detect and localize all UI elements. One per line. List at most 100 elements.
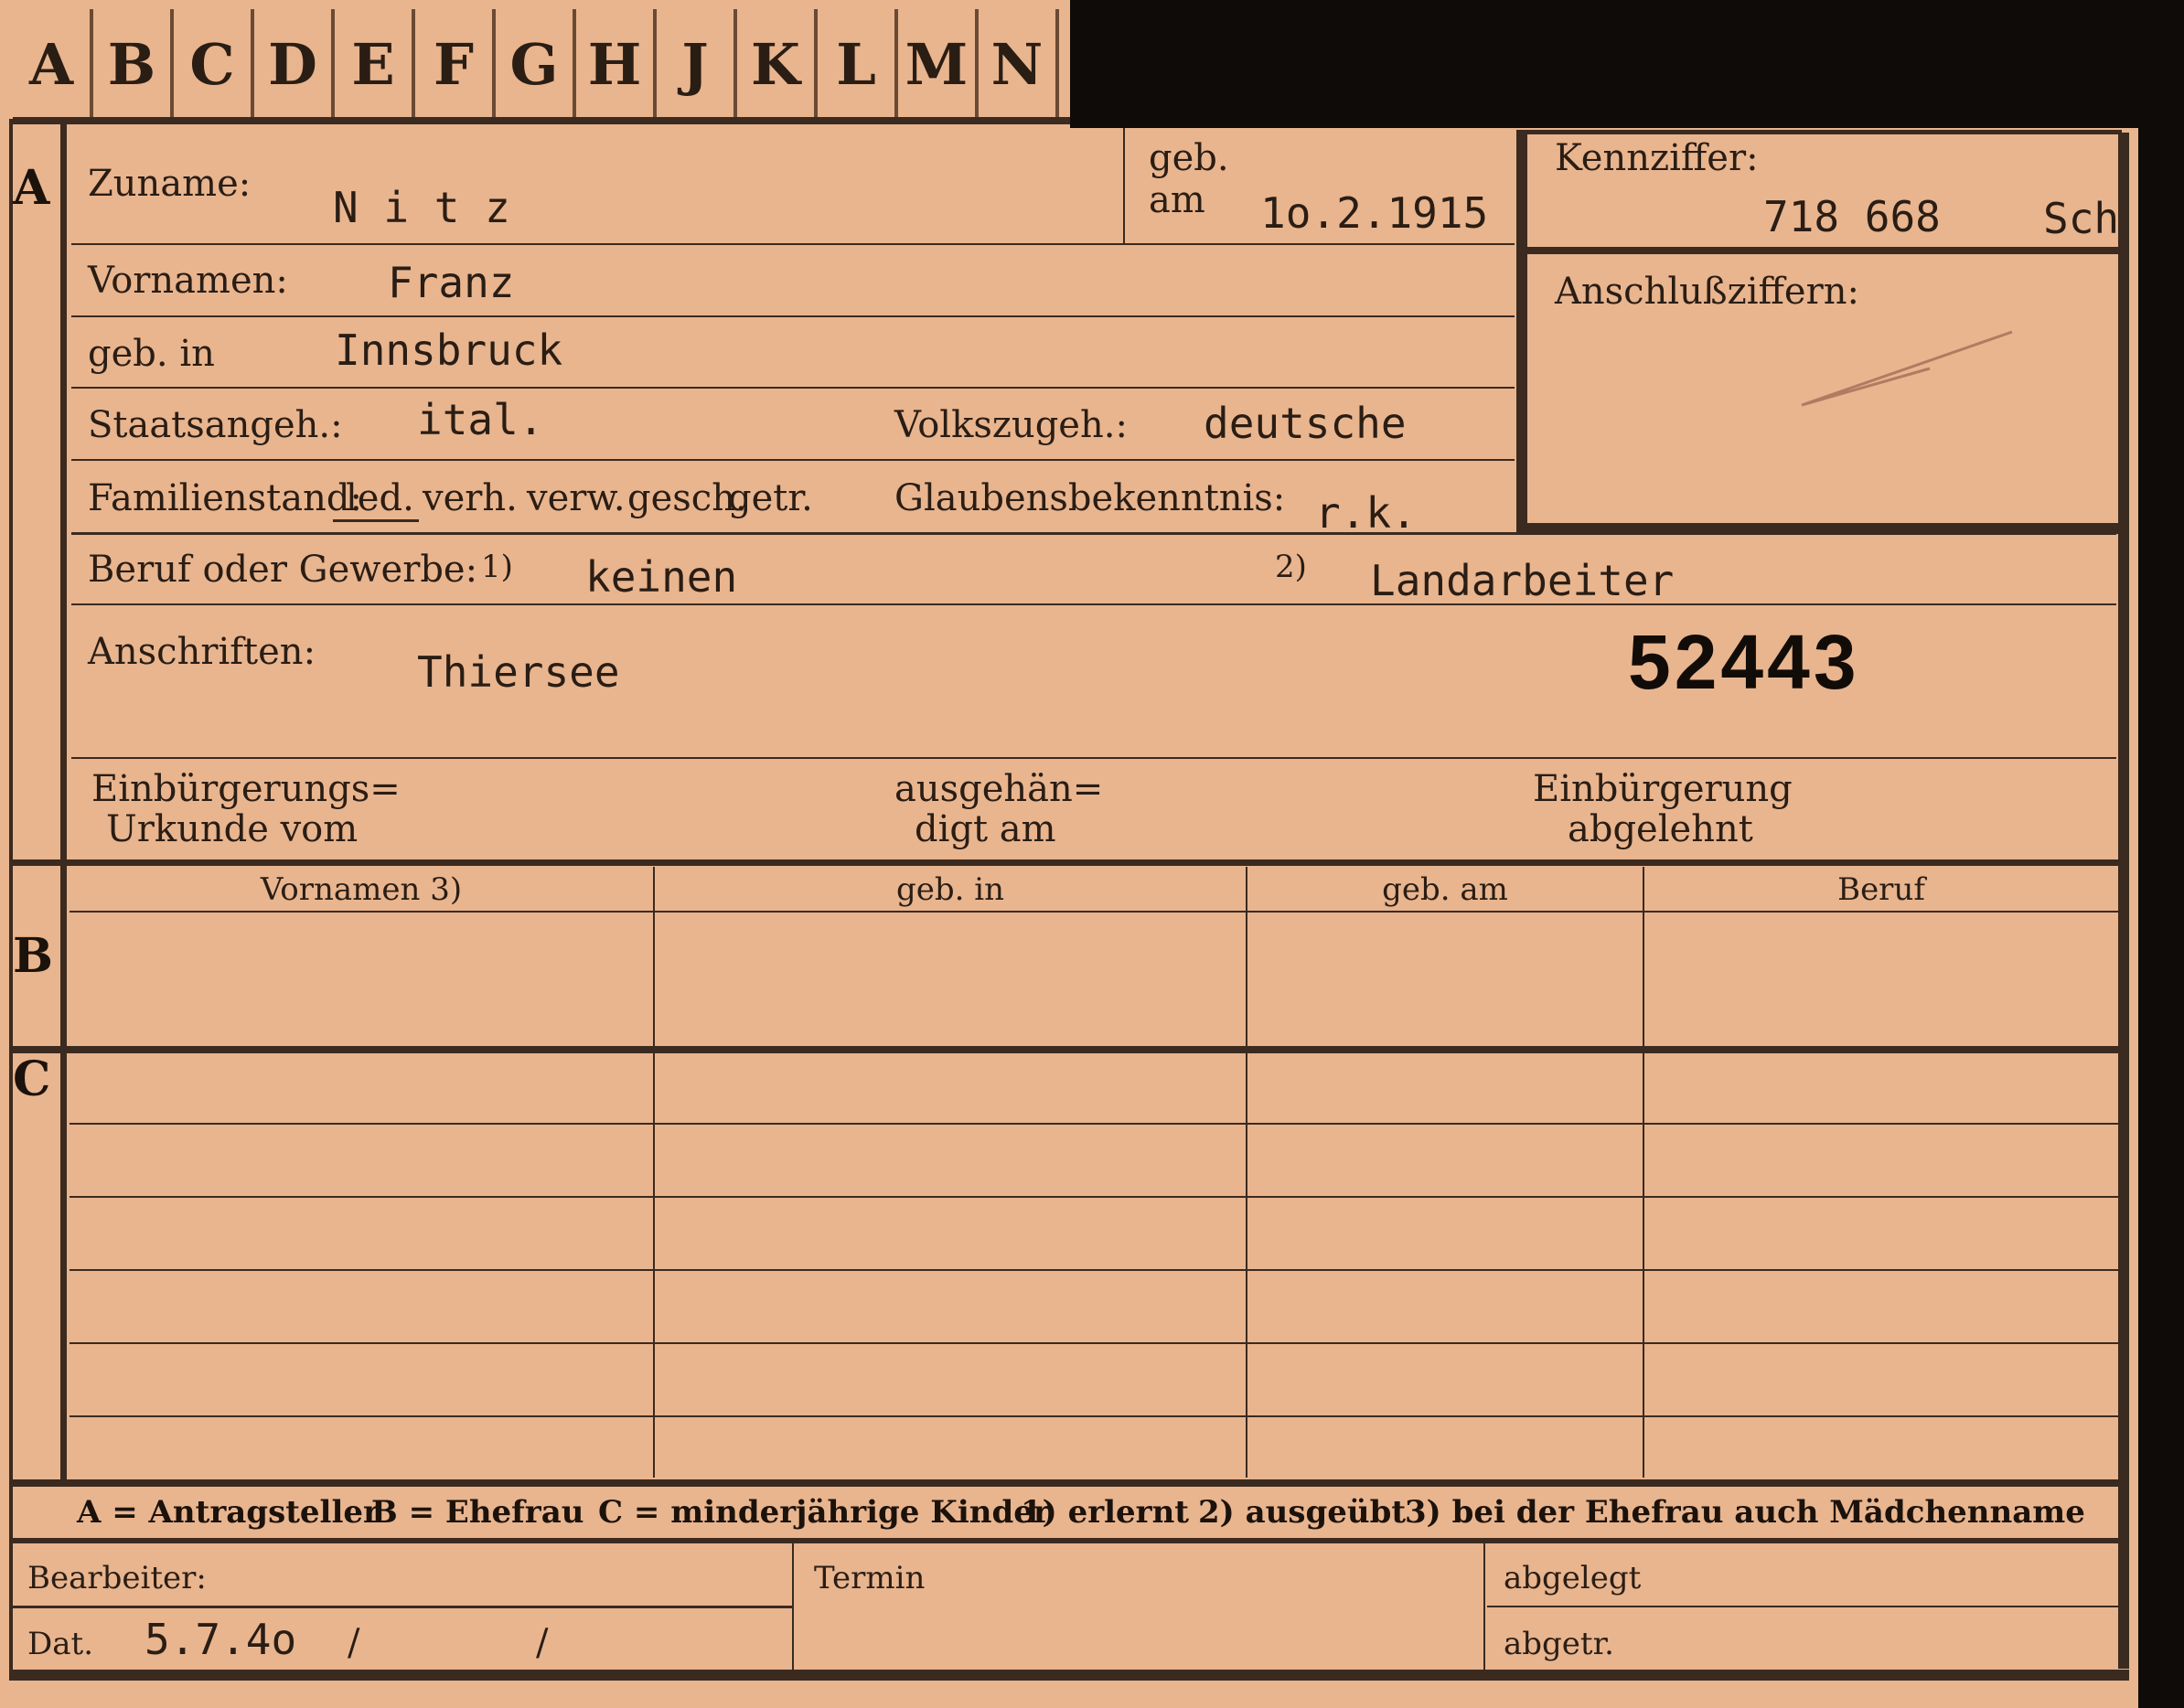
tab-k: K xyxy=(737,9,818,119)
anschlussziffern-label: Anschlußziffern: xyxy=(1555,271,1859,313)
zuname-value: N i t z xyxy=(333,183,510,232)
table-col-divider-1 xyxy=(653,867,655,1478)
bottom-divider-1 xyxy=(792,1543,794,1671)
volkszugeh-label: Volkszugeh.: xyxy=(894,404,1128,446)
rule-bottom-mid-right xyxy=(1487,1606,2120,1607)
rule-top-thick xyxy=(13,117,1070,124)
einbuergerung-abgelehnt-label-2: abgelehnt xyxy=(1568,808,1753,850)
table-header-vornamen: Vornamen 3) xyxy=(260,871,463,908)
rule-anschriften xyxy=(71,757,2116,759)
legend-c: C = minderjährige Kinder xyxy=(598,1494,1050,1531)
kennziffer-box-top xyxy=(1518,130,2122,134)
table-col-divider-3 xyxy=(1643,867,1644,1478)
kennziffer-label: Kennziffer: xyxy=(1555,137,1759,179)
rule-geb-in xyxy=(71,387,1515,389)
einbuergerung-abgelehnt-label-1: Einbürgerung xyxy=(1533,768,1793,810)
bearbeiter-label: Bearbeiter: xyxy=(27,1560,207,1596)
rule-c-row-3 xyxy=(70,1269,2118,1271)
tab-b: B xyxy=(93,9,174,119)
datum-slash-2: / xyxy=(536,1622,549,1664)
rule-c-row-4 xyxy=(70,1342,2118,1344)
section-c-letter: C xyxy=(13,1051,51,1107)
table-col-divider-2 xyxy=(1246,867,1247,1478)
rule-bottom-mid xyxy=(13,1606,792,1608)
index-card: A B C D E F G H J K L M N A B C Zuname: … xyxy=(0,0,2138,1708)
volkszugeh-value: deutsche xyxy=(1204,399,1407,448)
beruf-label: Beruf oder Gewerbe: xyxy=(88,549,478,591)
glaubens-value: r.k. xyxy=(1315,488,1417,538)
alphabet-tabs: A B C D E F G H J K L M N xyxy=(13,9,1059,119)
rule-zuname xyxy=(71,243,1515,245)
tab-g: G xyxy=(496,9,576,119)
rule-section-margin xyxy=(60,124,67,1481)
legend-a: A = Antragsteller xyxy=(77,1494,380,1531)
abgetr-label: abgetr. xyxy=(1504,1626,1614,1662)
kennziffer-suffix: Sch xyxy=(2043,194,2120,243)
beruf-note-2: 2) xyxy=(1275,549,1307,585)
abgelegt-label: abgelegt xyxy=(1504,1560,1642,1596)
section-a-letter: A xyxy=(13,160,50,216)
datum-slash-1: / xyxy=(348,1622,360,1664)
tab-c: C xyxy=(174,9,254,119)
familienstand-selected-underline xyxy=(333,519,419,522)
rule-c-row-2 xyxy=(70,1196,2118,1198)
familienstand-option-verh: verh. xyxy=(423,477,518,519)
kennziffer-value: 718 668 xyxy=(1763,192,1941,241)
table-header-geb-am: geb. am xyxy=(1382,871,1508,908)
tab-n: N xyxy=(979,9,1059,119)
rule-b-end xyxy=(9,1046,2120,1053)
tab-f: F xyxy=(415,9,496,119)
tab-e: E xyxy=(335,9,415,119)
anschriften-label: Anschriften: xyxy=(88,631,316,673)
tab-j: J xyxy=(657,9,737,119)
tab-m: M xyxy=(898,9,979,119)
vornamen-label: Vornamen: xyxy=(88,260,288,302)
kennziffer-box-left xyxy=(1516,130,1527,534)
rule-legend-bottom xyxy=(9,1538,2129,1543)
table-header-beruf: Beruf xyxy=(1837,871,1925,908)
tab-h: H xyxy=(576,9,657,119)
tab-a: A xyxy=(13,9,93,119)
familienstand-option-led: led. xyxy=(346,477,414,519)
bottom-divider-2 xyxy=(1483,1543,1485,1671)
legend-b: B = Ehefrau xyxy=(371,1494,584,1531)
stamp-number: 52443 xyxy=(1628,619,1860,705)
einbuergerungsurkunde-label-1: Einbürgerungs= xyxy=(91,768,401,810)
rule-geb-divider xyxy=(1123,128,1125,243)
staatsangeh-value: ital. xyxy=(417,395,544,444)
table-header-geb-in: geb. in xyxy=(895,871,1005,908)
ausgehaendigt-label-1: ausgehän= xyxy=(894,768,1104,810)
anschriften-value: Thiersee xyxy=(417,647,620,697)
pencil-mark-icon xyxy=(1801,330,2013,407)
beruf-note-1: 1) xyxy=(481,549,513,585)
section-b-letter: B xyxy=(13,928,53,984)
legend-note-2: 2) ausgeübt xyxy=(1198,1494,1407,1531)
rule-beruf xyxy=(71,603,2116,605)
zuname-label: Zuname: xyxy=(88,163,252,205)
rule-section-a-end xyxy=(9,859,2129,866)
beruf-value-1: keinen xyxy=(585,552,738,602)
legend-note-1: 1) erlernt xyxy=(1021,1494,1190,1531)
geb-am-label-2: am xyxy=(1149,179,1205,221)
rule-legend-top xyxy=(9,1479,2129,1487)
kennziffer-box-mid xyxy=(1527,247,2122,254)
familienstand-option-verw: verw. xyxy=(527,477,626,519)
geb-am-label-1: geb. xyxy=(1149,137,1229,179)
kennziffer-box-bottom xyxy=(1522,523,2118,534)
familienstand-option-getr: getr. xyxy=(728,477,813,519)
tab-l: L xyxy=(818,9,898,119)
rule-bottom-end xyxy=(9,1670,2129,1681)
vornamen-value: Franz xyxy=(388,258,515,307)
einbuergerungsurkunde-label-2: Urkunde vom xyxy=(106,808,359,850)
rule-c-row-5 xyxy=(70,1415,2118,1417)
beruf-value-2: Landarbeiter xyxy=(1370,556,1675,605)
geb-am-value: 1o.2.1915 xyxy=(1260,188,1489,238)
rule-vornamen xyxy=(71,315,1515,317)
termin-label: Termin xyxy=(814,1560,926,1596)
scan-background-top xyxy=(1070,0,2184,128)
rule-right xyxy=(2118,133,2129,1669)
familienstand-label: Familienstand: xyxy=(88,477,362,519)
glaubens-label: Glaubensbekenntnis: xyxy=(894,477,1286,519)
rule-b-header xyxy=(70,911,2118,913)
geb-in-label: geb. in xyxy=(88,333,215,375)
